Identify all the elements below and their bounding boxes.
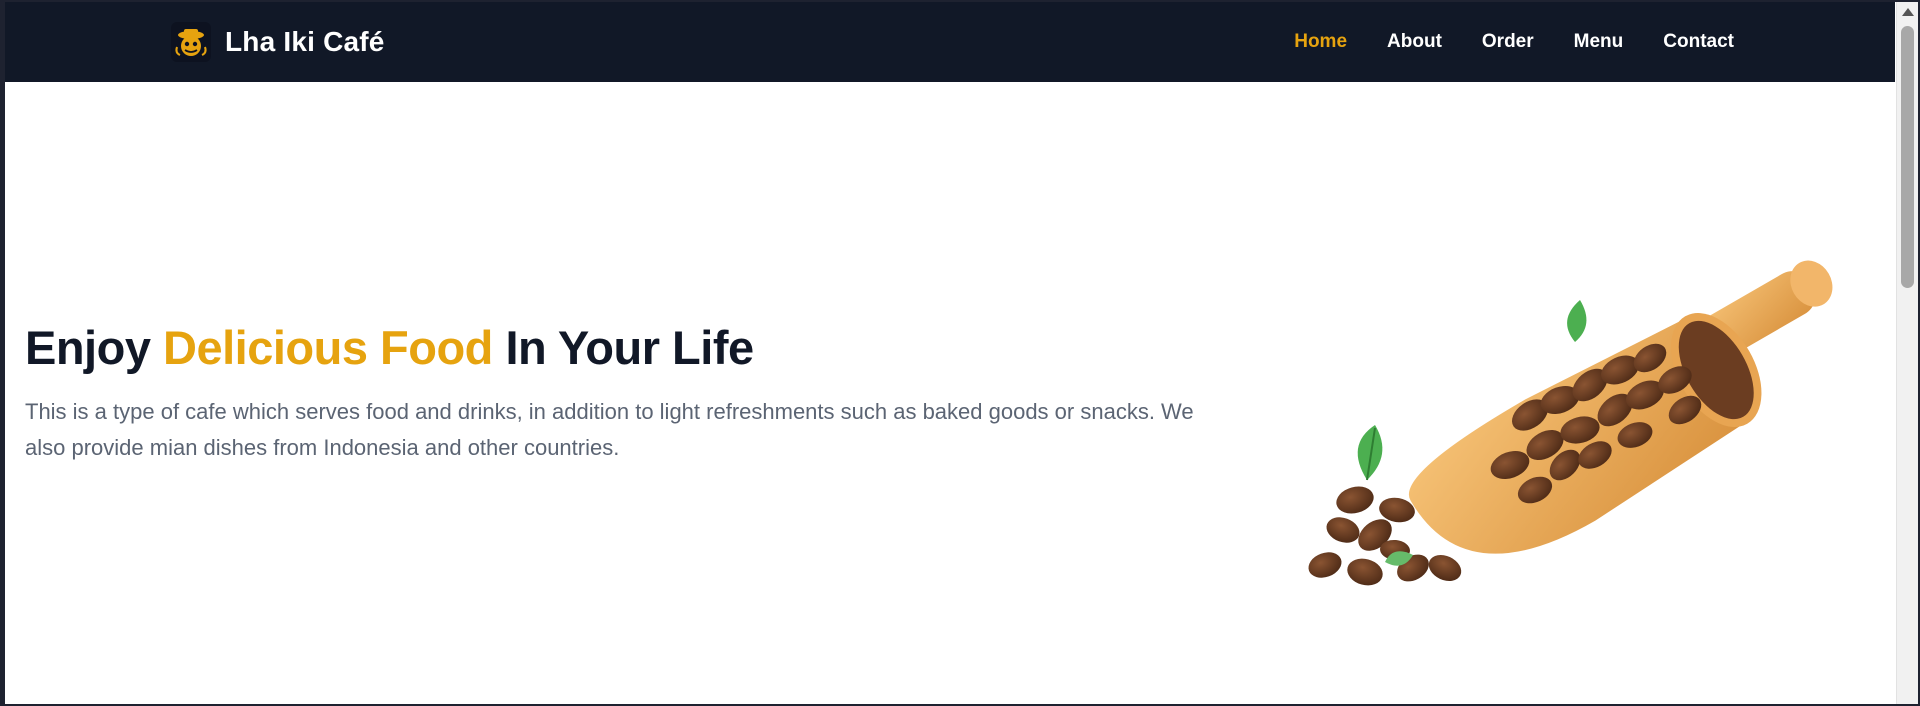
nav-link-about[interactable]: About	[1387, 31, 1442, 53]
navbar: Lha Iki Café Home About Order Menu Conta…	[5, 2, 1895, 82]
scroll-up-arrow-icon[interactable]	[1902, 8, 1914, 16]
nav-links: Home About Order Menu Contact	[1294, 2, 1734, 82]
hero-description: This is a type of cafe which serves food…	[25, 399, 1194, 461]
hero-title: Enjoy Delicious Food In Your Life	[25, 320, 1255, 376]
hero-title-accent: Delicious Food	[163, 321, 493, 374]
scroll-thumb[interactable]	[1901, 26, 1914, 288]
cafe-logo-icon	[171, 22, 211, 62]
page-scrollbar[interactable]	[1896, 2, 1918, 704]
nav-link-contact[interactable]: Contact	[1663, 31, 1734, 53]
nav-link-home[interactable]: Home	[1294, 31, 1347, 53]
brand-name: Lha Iki Café	[225, 26, 385, 57]
nav-link-menu[interactable]: Menu	[1574, 31, 1624, 53]
hero-title-part2: In Your Life	[505, 321, 754, 374]
hero-section: Enjoy Delicious Food In Your Life This i…	[25, 320, 1255, 466]
nav-link-order[interactable]: Order	[1482, 31, 1534, 53]
page-frame: Lha Iki Café Home About Order Menu Conta…	[0, 0, 1920, 706]
hero-title-part1: Enjoy	[25, 321, 151, 374]
brand[interactable]: Lha Iki Café	[171, 22, 385, 62]
coffee-beans-scoop-image	[1295, 250, 1855, 600]
